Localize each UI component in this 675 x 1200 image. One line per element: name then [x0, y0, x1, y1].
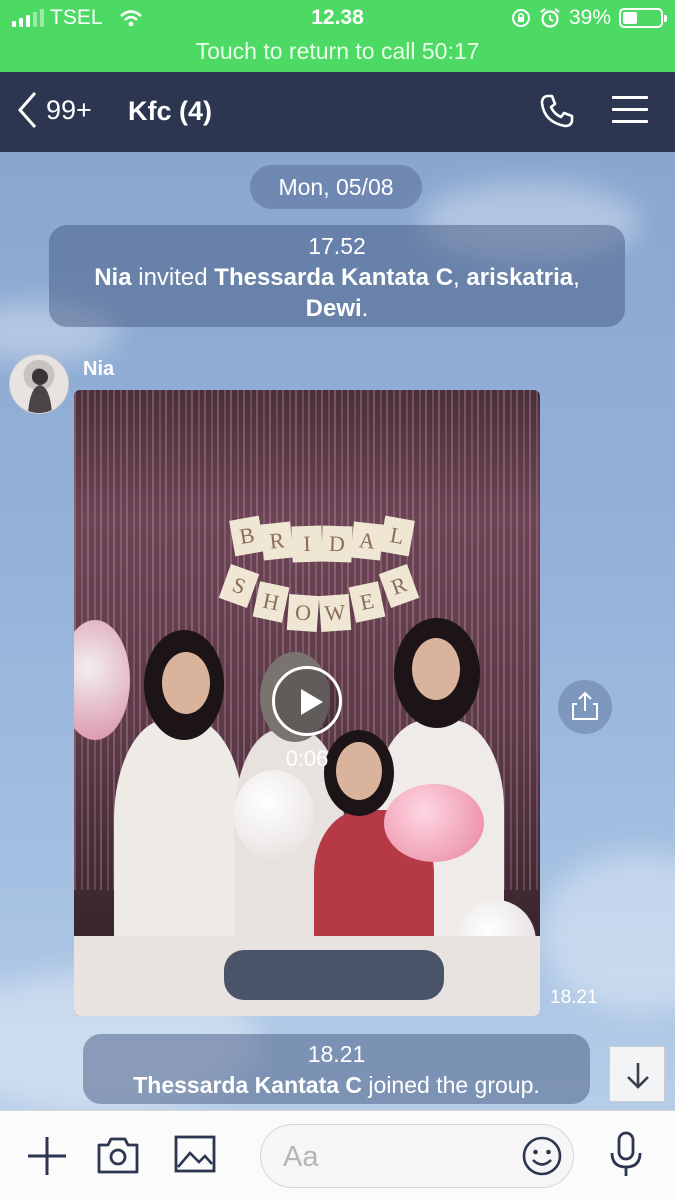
- system-message-time: 18.21: [307, 1041, 366, 1067]
- orientation-lock-icon: [511, 9, 530, 27]
- banner-letter: R: [260, 521, 294, 561]
- play-icon[interactable]: [272, 666, 342, 736]
- phone-icon: [540, 94, 574, 128]
- image-icon: [174, 1135, 216, 1173]
- chat-title: Kfc (4): [128, 96, 213, 126]
- system-message-segment: ,: [573, 264, 580, 291]
- system-message-invite: 17.52 Nia invited Thessarda Kantata C, a…: [49, 225, 625, 327]
- message-toolbar: [0, 1110, 675, 1200]
- gallery-button[interactable]: [174, 1135, 216, 1178]
- chat-header: 99+ Kfc (4): [0, 72, 675, 152]
- chat-area[interactable]: Mon, 05/08 17.52 Nia invited Thessarda K…: [0, 152, 675, 1110]
- banner-letter: L: [379, 515, 415, 557]
- emoji-icon: [522, 1136, 562, 1176]
- banner-letter: O: [286, 593, 320, 632]
- video-message[interactable]: BRIDALSHOWER 0:06: [74, 390, 540, 1016]
- system-message-text: Nia invited Thessarda Kantata C, ariskat…: [49, 262, 625, 324]
- microphone-icon: [610, 1131, 642, 1176]
- system-message-text: Thessarda Kantata C joined the group.: [83, 1070, 590, 1101]
- banner-letter: I: [291, 525, 323, 563]
- banner-letter: B: [229, 515, 265, 557]
- back-button[interactable]: 99+: [16, 90, 92, 130]
- message-input-container[interactable]: [260, 1124, 574, 1188]
- system-message-segment: Thessarda Kantata C: [133, 1072, 363, 1098]
- battery-icon: [619, 8, 667, 28]
- status-bar: TSEL 12.38 39% Touch to return to call 5: [0, 0, 675, 72]
- scroll-to-bottom-button[interactable]: [609, 1046, 665, 1102]
- date-separator: Mon, 05/08: [250, 165, 422, 209]
- hamburger-menu-icon[interactable]: [612, 96, 648, 126]
- camera-button[interactable]: [96, 1135, 140, 1180]
- system-message-segment: invited: [131, 264, 215, 291]
- return-to-call-banner[interactable]: Touch to return to call 50:17: [0, 38, 675, 65]
- plus-icon: [28, 1137, 66, 1175]
- system-message-segment: .: [361, 295, 369, 322]
- system-message-time: 17.52: [308, 233, 366, 259]
- avatar-image: [28, 369, 52, 413]
- system-message-segment: ,: [453, 264, 467, 291]
- share-button[interactable]: [558, 680, 612, 734]
- battery-percent: 39%: [568, 6, 611, 29]
- sender-name: Nia: [83, 358, 115, 380]
- alarm-icon: [540, 8, 560, 28]
- system-message-segment: joined the group.: [362, 1072, 540, 1098]
- camera-icon: [97, 1137, 139, 1174]
- banner-letter: W: [318, 593, 352, 632]
- avatar[interactable]: [9, 354, 69, 414]
- banner-letter: D: [321, 525, 353, 563]
- system-message-segment: Thessarda Kantata C: [214, 264, 454, 291]
- call-button[interactable]: [538, 92, 576, 135]
- share-icon: [572, 691, 598, 720]
- add-button[interactable]: [26, 1135, 68, 1182]
- unread-count: 99+: [46, 94, 92, 125]
- voice-message-button[interactable]: [608, 1131, 644, 1184]
- arrow-down-icon: [627, 1063, 649, 1089]
- video-duration: 0:06: [285, 746, 329, 771]
- banner-letter: A: [350, 521, 384, 561]
- emoji-button[interactable]: [521, 1135, 563, 1182]
- system-message-segment: Dewi: [305, 295, 362, 322]
- system-message-segment: Nia: [94, 264, 132, 291]
- system-message-joined: 18.21 Thessarda Kantata C joined the gro…: [83, 1034, 590, 1104]
- message-time: 18.21: [550, 987, 598, 1008]
- message-input[interactable]: [283, 1137, 503, 1177]
- chevron-left-icon: [17, 92, 37, 128]
- system-message-segment: ariskatria: [466, 264, 574, 291]
